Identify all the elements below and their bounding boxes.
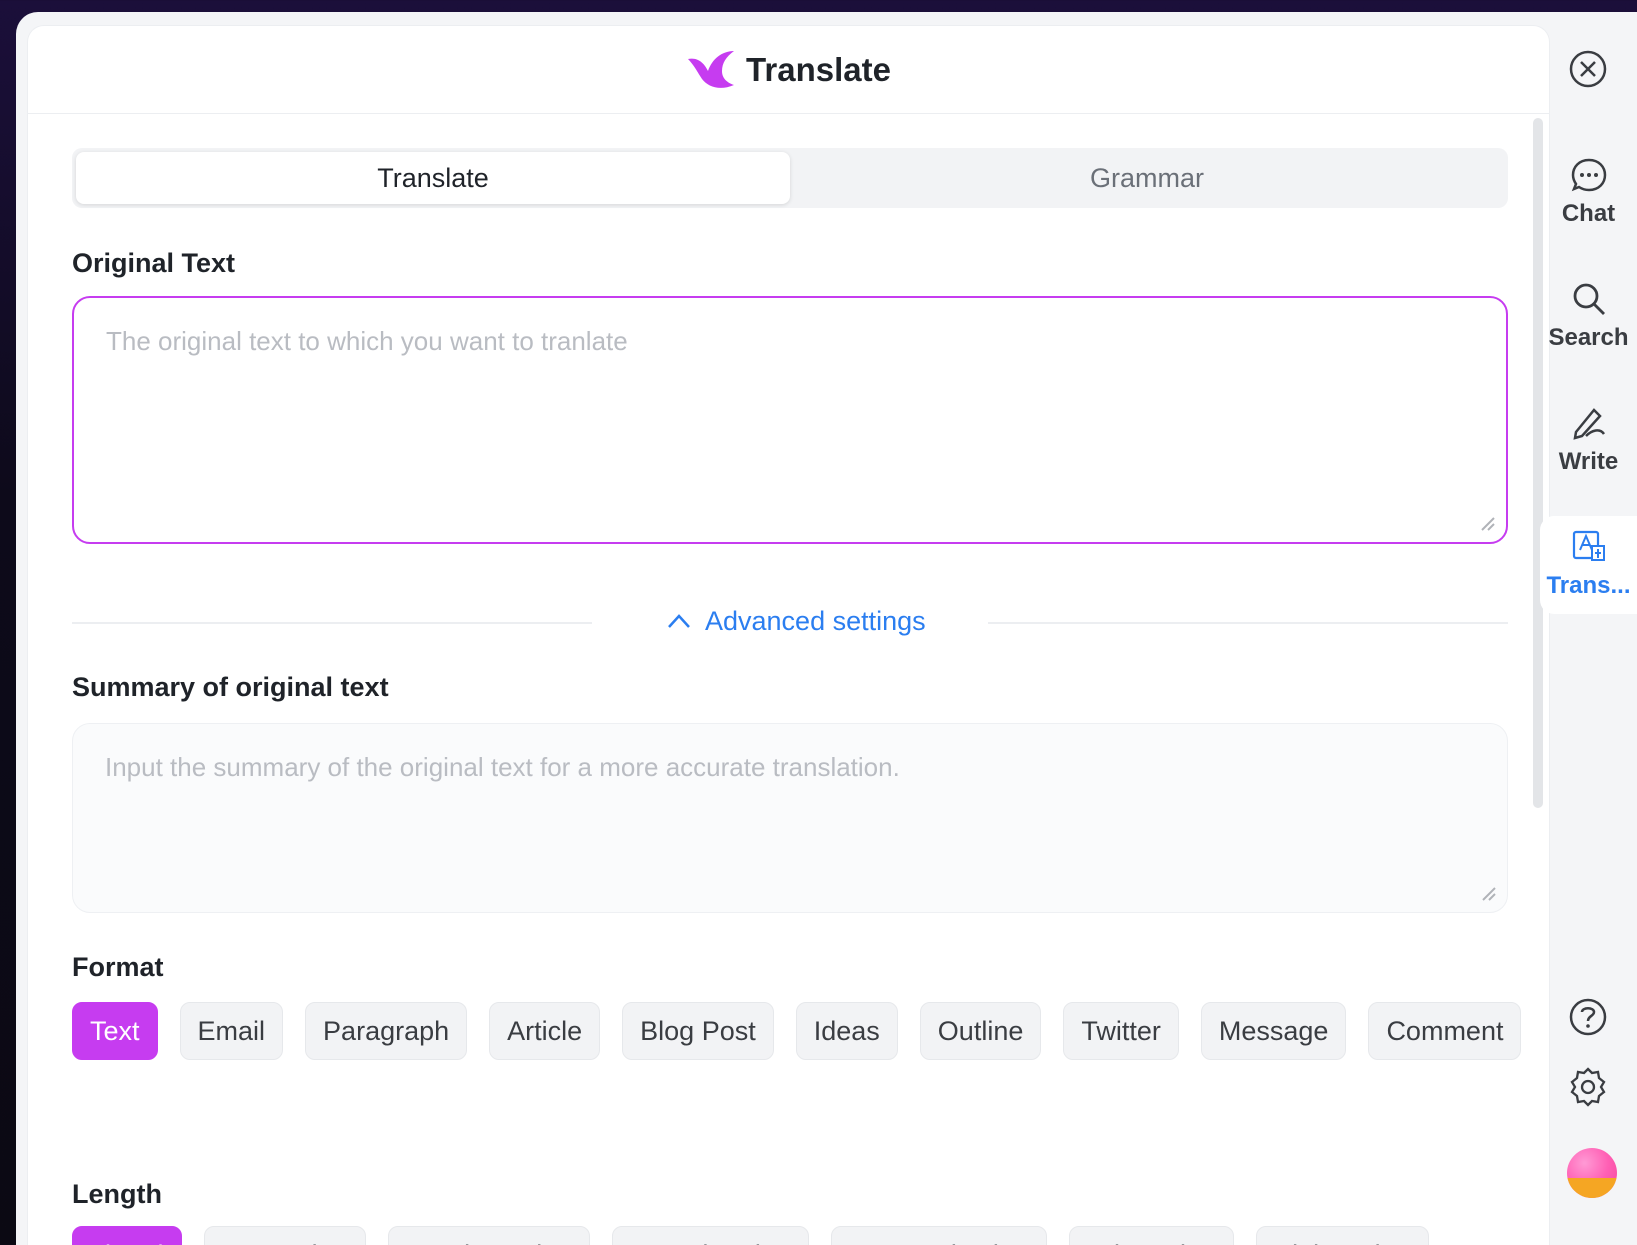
panel-title: Translate	[746, 50, 891, 88]
mode-tabs: Translate Grammar	[72, 148, 1508, 208]
format-chip-blog-post[interactable]: Blog Post	[622, 1002, 774, 1060]
bird-logo-icon	[686, 49, 736, 91]
length-label: Length	[72, 1179, 162, 1209]
length-chip-expansion[interactable]: Expansion	[203, 1226, 366, 1245]
length-chip-literal[interactable]: Literal	[72, 1226, 182, 1245]
gear-icon[interactable]	[1567, 1066, 1609, 1113]
translate-icon	[1572, 530, 1605, 561]
length-options: Literal Expansion Condensation Paraphras…	[72, 1226, 1532, 1245]
advanced-settings-label: Advanced settings	[705, 605, 926, 636]
close-icon[interactable]	[1567, 48, 1609, 95]
sidebar-item-write[interactable]: Write	[1540, 404, 1637, 476]
original-text-label: Original Text	[72, 248, 236, 278]
tab-translate[interactable]: Translate	[76, 152, 790, 204]
length-chip-adaptation[interactable]: Adaptation	[1068, 1226, 1235, 1245]
format-chip-text[interactable]: Text	[72, 1002, 158, 1060]
panel-header: Translate	[28, 26, 1549, 114]
main-panel: Translate Translate Grammar Original Tex…	[28, 26, 1549, 1245]
format-chip-article[interactable]: Article	[489, 1002, 601, 1060]
tab-grammar[interactable]: Grammar	[790, 152, 1504, 204]
summary-input[interactable]: Input the summary of the original text f…	[72, 723, 1508, 913]
pen-icon	[1572, 408, 1605, 440]
format-options: Text Email Paragraph Article Blog Post I…	[72, 1002, 1532, 1060]
length-chip-summarization[interactable]: Summarization	[830, 1226, 1047, 1245]
format-chip-email[interactable]: Email	[179, 1002, 284, 1060]
format-chip-message[interactable]: Message	[1200, 1002, 1347, 1060]
avatar-hands-icon	[1567, 1178, 1617, 1198]
help-icon[interactable]	[1567, 996, 1609, 1043]
length-chip-paraphrasing[interactable]: Paraphrasing	[612, 1226, 809, 1245]
sidebar-item-search[interactable]: Search	[1540, 280, 1637, 352]
original-text-input[interactable]: The original text to which you want to t…	[72, 296, 1508, 544]
right-sidebar: Chat Search Write Trans...	[1540, 12, 1637, 1245]
format-chip-comment[interactable]: Comment	[1368, 1002, 1522, 1060]
chevron-up-icon	[668, 614, 690, 628]
app-window: Translate Translate Grammar Original Tex…	[16, 12, 1637, 1245]
length-chip-condensation[interactable]: Condensation	[387, 1226, 591, 1245]
chat-icon	[1571, 158, 1606, 192]
format-label: Format	[72, 952, 164, 982]
divider	[988, 622, 1508, 624]
search-icon	[1573, 283, 1605, 315]
format-chip-twitter[interactable]: Twitter	[1063, 1002, 1179, 1060]
sidebar-item-label: Trans...	[1546, 572, 1631, 599]
sidebar-item-chat[interactable]: Chat	[1540, 156, 1637, 228]
advanced-settings-toggle[interactable]: Advanced settings	[667, 598, 926, 644]
sidebar-item-label: Write	[1558, 448, 1619, 475]
sidebar-item-label: Search	[1548, 324, 1629, 351]
advanced-settings-row: Advanced settings	[72, 598, 1508, 644]
avatar[interactable]	[1567, 1148, 1617, 1198]
format-chip-ideas[interactable]: Ideas	[795, 1002, 898, 1060]
summary-label: Summary of original text	[72, 672, 389, 702]
resize-handle-icon[interactable]	[1476, 512, 1496, 532]
sidebar-item-translate[interactable]: Trans...	[1540, 516, 1637, 614]
sidebar-item-label: Chat	[1561, 200, 1616, 227]
resize-handle-icon[interactable]	[1477, 882, 1497, 902]
format-chip-outline[interactable]: Outline	[919, 1002, 1042, 1060]
summary-placeholder: Input the summary of the original text f…	[105, 752, 900, 782]
length-chip-elaboration[interactable]: Elaboration	[1256, 1226, 1429, 1245]
format-chip-paragraph[interactable]: Paragraph	[305, 1002, 468, 1060]
original-text-placeholder: The original text to which you want to t…	[106, 326, 628, 356]
divider	[72, 622, 592, 624]
